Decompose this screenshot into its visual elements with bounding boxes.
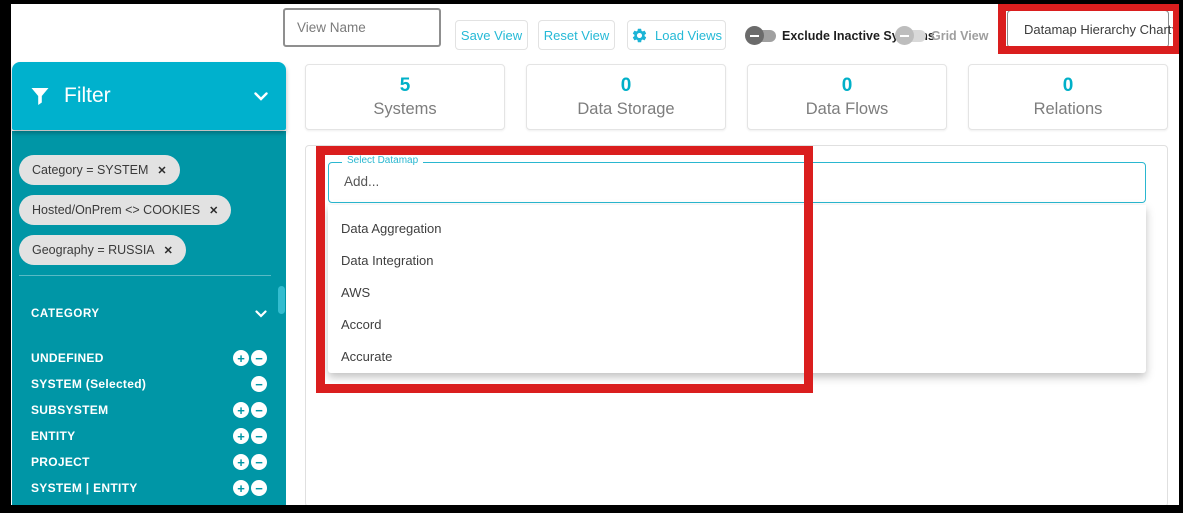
plus-icon[interactable]: + [233,402,249,418]
minus-icon [900,35,909,37]
chevron-down-icon[interactable] [255,310,267,318]
category-section-title: CATEGORY [31,308,255,320]
minus-icon[interactable]: − [251,402,267,418]
category-section-header[interactable]: CATEGORY [31,308,267,320]
filter-chip-category: Category = SYSTEM ✕ [19,155,180,185]
minus-icon[interactable]: − [251,376,267,392]
grid-view-toggle-knob[interactable] [895,26,914,45]
category-row-entity: ENTITY + − [31,426,267,446]
filter-chip-geography: Geography = RUSSIA ✕ [19,235,186,265]
stat-value: 0 [621,74,632,98]
stat-label: Relations [1034,98,1103,120]
stat-card-systems: 5 Systems [305,64,505,130]
load-views-button[interactable]: Load Views [627,20,726,50]
filter-panel-header[interactable]: Filter [12,62,286,130]
close-icon[interactable]: ✕ [164,244,173,257]
gear-icon [631,27,648,44]
category-row-label: ENTITY [31,429,75,443]
stat-card-data-storage: 0 Data Storage [526,64,726,130]
sidebar-scrollbar[interactable] [278,286,285,314]
view-name-input[interactable] [283,8,441,47]
category-row-label: UNDEFINED [31,351,104,365]
filter-chip-label: Category = SYSTEM [32,163,148,177]
chevron-down-icon[interactable] [254,92,268,101]
annotation-box-chart-select [998,3,1181,54]
frame-border-left [0,0,11,513]
stat-label: Data Storage [577,98,674,120]
category-row-label: SUBSYSTEM [31,403,108,417]
grid-view-label: Grid View [931,29,988,43]
frame-border-right [1179,0,1183,513]
stat-label: Data Flows [806,98,889,120]
category-row-project: PROJECT + − [31,452,267,472]
stat-card-data-flows: 0 Data Flows [747,64,947,130]
filter-chip-hosted-onprem: Hosted/OnPrem <> COOKIES ✕ [19,195,231,225]
plus-icon[interactable]: + [233,350,249,366]
category-row-subsystem: SUBSYSTEM + − [31,400,267,420]
minus-icon[interactable]: − [251,428,267,444]
category-row-system-selected: SYSTEM (Selected) − [31,374,267,394]
category-row-label: SYSTEM (Selected) [31,377,146,391]
category-row-system-entity: SYSTEM | ENTITY + − [31,478,267,498]
category-row-label: SYSTEM | ENTITY [31,481,138,495]
reset-view-button[interactable]: Reset View [538,20,615,50]
minus-icon[interactable]: − [251,350,267,366]
exclude-inactive-toggle-knob[interactable] [745,26,764,45]
stat-value: 0 [1063,74,1074,98]
minus-icon[interactable]: − [251,480,267,496]
filter-panel-body: Category = SYSTEM ✕ Hosted/OnPrem <> COO… [12,131,286,505]
annotation-box-datamap-dropdown [316,146,813,393]
save-view-button[interactable]: Save View [455,20,528,50]
minus-icon[interactable]: − [251,454,267,470]
plus-icon[interactable]: + [233,454,249,470]
stat-label: Systems [373,98,436,120]
filter-chip-label: Hosted/OnPrem <> COOKIES [32,203,200,217]
frame-border-top [0,0,1183,4]
stat-value: 0 [842,74,853,98]
close-icon[interactable]: ✕ [209,204,218,217]
plus-icon[interactable]: + [233,480,249,496]
app-window: Save View Reset View Load Views Exclude … [0,0,1183,513]
sidebar-divider [19,275,271,276]
category-row-undefined: UNDEFINED + − [31,348,267,368]
stat-value: 5 [400,74,411,98]
filter-panel-title: Filter [64,84,254,108]
plus-icon[interactable]: + [233,428,249,444]
filter-chip-label: Geography = RUSSIA [32,243,155,257]
stat-card-relations: 0 Relations [968,64,1168,130]
close-icon[interactable]: ✕ [157,164,166,177]
category-row-label: PROJECT [31,455,90,469]
minus-icon [750,35,759,37]
frame-border-bottom [0,505,1183,513]
filter-funnel-icon [30,86,50,106]
load-views-label: Load Views [655,28,722,43]
